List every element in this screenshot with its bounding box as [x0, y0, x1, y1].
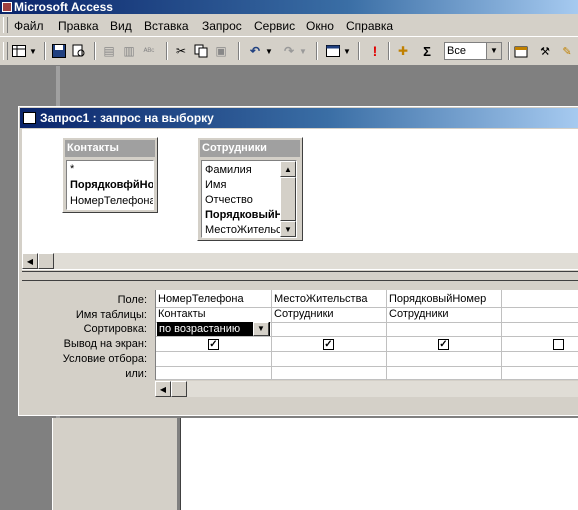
- scroll-left-icon[interactable]: ◀: [155, 381, 171, 397]
- cut-icon[interactable]: ✂: [172, 42, 190, 60]
- pane-splitter[interactable]: [22, 271, 578, 281]
- grid-cell-table[interactable]: Контакты: [156, 307, 206, 322]
- table-box-employees[interactable]: Сотрудники Фамилия Имя Отчество Порядков…: [197, 137, 303, 241]
- menu-file[interactable]: Файл: [14, 18, 44, 34]
- query-window-icon[interactable]: [23, 112, 36, 124]
- scroll-thumb[interactable]: [280, 177, 296, 221]
- build-icon[interactable]: ⚒: [536, 42, 554, 60]
- field-list-scrollbar[interactable]: ▲ ▼: [280, 161, 296, 237]
- scroll-down-icon[interactable]: ▼: [280, 221, 296, 237]
- print-icon[interactable]: ▤: [100, 42, 118, 60]
- print-preview-icon[interactable]: ▥: [120, 42, 138, 60]
- scroll-up-icon[interactable]: ▲: [280, 161, 296, 177]
- field-list-employees[interactable]: Фамилия Имя Отчество ПорядковыйНомер Мес…: [201, 160, 297, 238]
- menu-bar: Файл Правка Вид Вставка Запрос Сервис Ок…: [0, 14, 578, 37]
- redo-icon[interactable]: ↷: [280, 42, 298, 60]
- paste-icon[interactable]: ▣: [212, 42, 230, 60]
- menu-tools[interactable]: Сервис: [254, 18, 295, 34]
- scroll-thumb[interactable]: [38, 253, 54, 269]
- query-type-icon[interactable]: [324, 42, 342, 60]
- field-item[interactable]: НомерТелефона: [70, 194, 153, 209]
- save-icon[interactable]: [50, 42, 68, 60]
- build-more-icon[interactable]: ✎: [558, 42, 576, 60]
- undo-dropdown-icon[interactable]: ▼: [264, 42, 274, 60]
- top-values-value: Все: [447, 45, 466, 57]
- query-type-dropdown-icon[interactable]: ▼: [342, 42, 352, 60]
- menu-grip[interactable]: [3, 17, 8, 33]
- sort-dropdown-icon[interactable]: ▼: [253, 322, 269, 336]
- menu-view[interactable]: Вид: [110, 18, 132, 34]
- grid-cell-field[interactable]: НомерТелефона: [156, 292, 244, 307]
- query-window-title-bar[interactable]: Запрос1 : запрос на выборку: [20, 108, 578, 128]
- copy-icon[interactable]: [192, 42, 210, 60]
- redo-dropdown-icon[interactable]: ▼: [298, 42, 308, 60]
- app-title-bar: Microsoft Access: [0, 0, 578, 14]
- field-item[interactable]: ПорядковфйНомер: [70, 178, 153, 193]
- table-title-contacts[interactable]: Контакты: [65, 140, 155, 157]
- menu-edit[interactable]: Правка: [58, 18, 99, 34]
- menu-window[interactable]: Окно: [306, 18, 334, 34]
- show-checkbox[interactable]: ✓: [208, 339, 219, 350]
- row-label-field: Поле:: [117, 294, 147, 306]
- grid-hscrollbar[interactable]: ◀: [155, 381, 578, 397]
- show-checkbox[interactable]: ✓: [323, 339, 334, 350]
- table-pane[interactable]: Контакты * ПорядковфйНомер НомерТелефона…: [22, 129, 578, 270]
- grid-cell-table[interactable]: Сотрудники: [272, 307, 334, 322]
- scroll-left-icon[interactable]: ◀: [22, 253, 38, 269]
- search-icon[interactable]: [70, 42, 88, 60]
- app-title: Microsoft Access: [14, 0, 113, 14]
- table-title-employees[interactable]: Сотрудники: [200, 140, 300, 157]
- show-checkbox[interactable]: ✓: [438, 339, 449, 350]
- show-checkbox[interactable]: [553, 339, 564, 350]
- grid-cell-table[interactable]: Сотрудники: [387, 307, 449, 322]
- top-values-dropdown-icon[interactable]: ▼: [486, 43, 501, 59]
- properties-icon[interactable]: [512, 42, 530, 60]
- run-icon[interactable]: !: [366, 42, 384, 60]
- show-table-icon[interactable]: ✚: [394, 42, 412, 60]
- row-label-show: Вывод на экран:: [63, 338, 147, 350]
- access-key-icon: [2, 2, 12, 12]
- table-box-contacts[interactable]: Контакты * ПорядковфйНомер НомерТелефона: [62, 137, 158, 213]
- menu-help[interactable]: Справка: [346, 18, 393, 34]
- field-item[interactable]: Имя: [205, 178, 226, 193]
- view-icon[interactable]: [10, 42, 28, 60]
- scroll-thumb[interactable]: [171, 381, 187, 397]
- background-window-panel: [52, 418, 177, 510]
- row-label-table: Имя таблицы:: [75, 309, 147, 321]
- field-item[interactable]: *: [70, 162, 74, 177]
- row-label-or: или:: [125, 368, 147, 380]
- grid-cell-field[interactable]: МестоЖительства: [272, 292, 367, 307]
- row-label-sort: Сортировка:: [83, 323, 147, 335]
- view-dropdown-icon[interactable]: ▼: [28, 42, 38, 60]
- menu-query[interactable]: Запрос: [202, 18, 242, 34]
- grid-cell-field[interactable]: ПорядковыйНомер: [387, 292, 486, 307]
- menu-insert[interactable]: Вставка: [144, 18, 189, 34]
- top-values-combo[interactable]: Все ▼: [444, 42, 502, 60]
- field-list-contacts[interactable]: * ПорядковфйНомер НомерТелефона: [66, 160, 154, 210]
- table-pane-hscrollbar[interactable]: ◀: [22, 253, 578, 269]
- undo-icon[interactable]: ↶: [246, 42, 264, 60]
- totals-icon[interactable]: Σ: [418, 42, 436, 60]
- query-window-title: Запрос1 : запрос на выборку: [40, 111, 214, 125]
- background-window-content: [180, 418, 578, 510]
- field-item[interactable]: Отчество: [205, 193, 253, 208]
- query-design-toolbar: ▼ ▤ ▥ ᴬᴮᶜ ✂ ▣ ↶ ▼ ↷ ▼ ▼ ! ✚ Σ Все ▼ ⚒ ✎: [0, 37, 578, 66]
- field-item[interactable]: Фамилия: [205, 163, 252, 178]
- row-label-criteria: Условие отбора:: [62, 353, 147, 365]
- spelling-icon[interactable]: ᴬᴮᶜ: [140, 42, 158, 60]
- sort-value: по возрастанию: [159, 323, 241, 335]
- toolbar-grip[interactable]: [3, 42, 8, 60]
